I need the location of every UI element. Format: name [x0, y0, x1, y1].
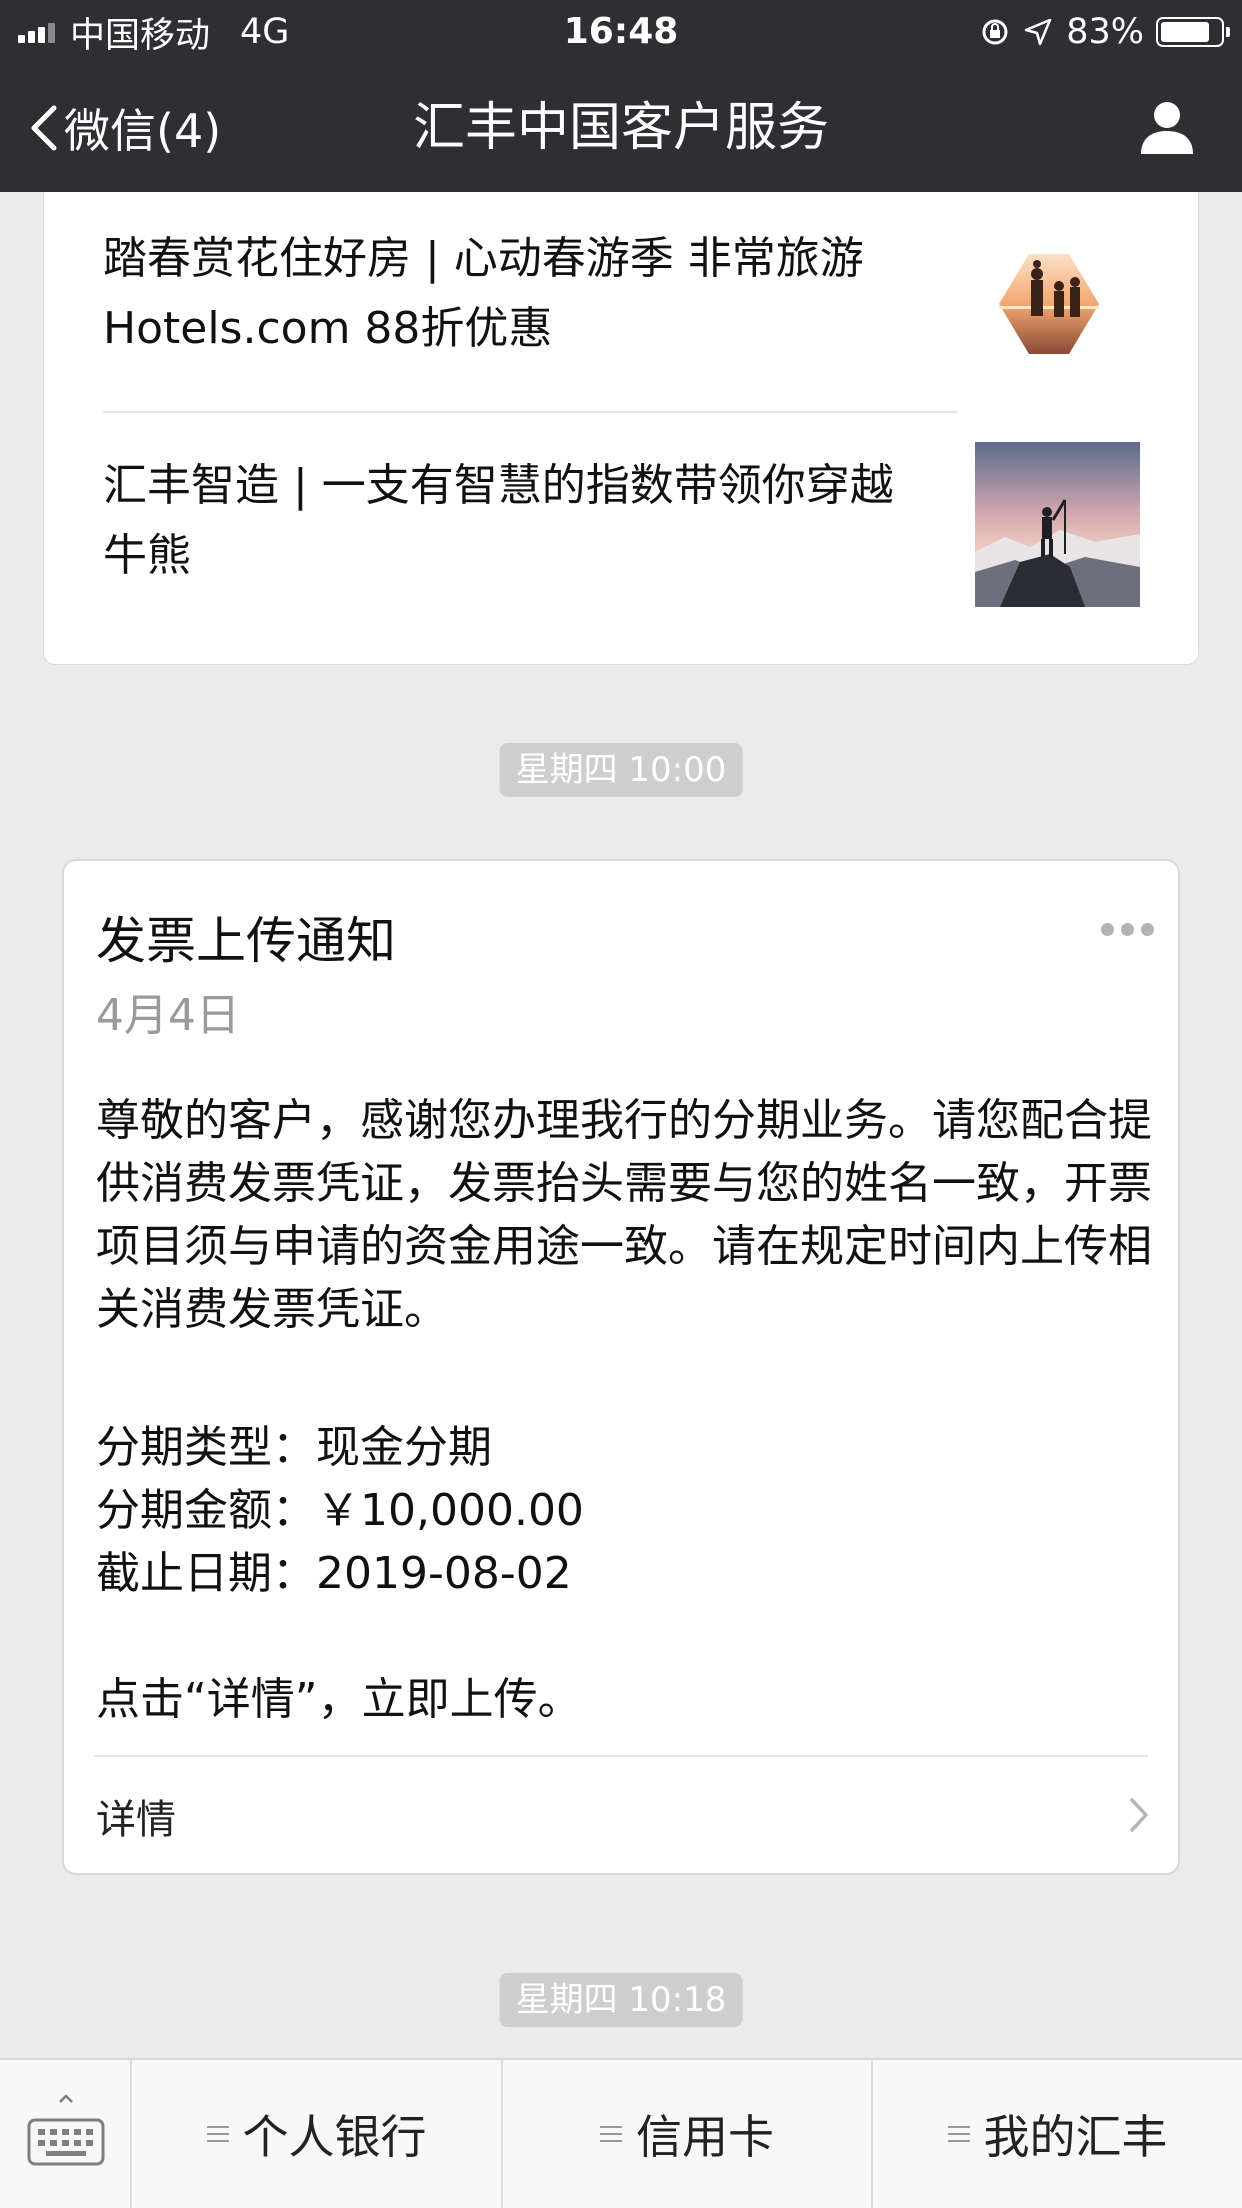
- bottom-menu-bar: 个人银行 信用卡 我的汇丰: [0, 2058, 1242, 2208]
- field-label: 截止日期：: [96, 1548, 316, 1599]
- timestamp: 星期四 10:00: [499, 743, 743, 797]
- status-bar: 中国移动 4G 16:48 83%: [0, 0, 1242, 64]
- notification-card[interactable]: 发票上传通知 4月4日 尊敬的客户，感谢您办理我行的分期业务。请您配合提供消费发…: [62, 859, 1180, 1875]
- article-title: 汇丰智造 | 一支有智慧的指数带领你穿越牛熊: [103, 460, 894, 581]
- nav-bar: 微信(4) 汇丰中国客户服务: [0, 64, 1242, 192]
- menu-label: 个人银行: [242, 2110, 427, 2164]
- field-value: 现金分期: [316, 1422, 492, 1473]
- menu-list-icon: [206, 2121, 229, 2147]
- field-value: 2019-08-02: [316, 1548, 572, 1599]
- article-thumbnail[interactable]: [979, 234, 1119, 374]
- article-thumbnail[interactable]: [975, 442, 1140, 607]
- notification-title: 发票上传通知: [96, 912, 396, 970]
- article-list-card: 踏春赏花住好房 | 心动春游季 非常旅游 Hotels.com 88折优惠 汇丰…: [43, 192, 1199, 665]
- notification-date: 4月4日: [96, 990, 240, 1041]
- field-installment-type: 分期类型：现金分期: [96, 1411, 492, 1475]
- location-icon: [1024, 18, 1052, 46]
- more-icon[interactable]: [1094, 923, 1154, 936]
- details-label: 详情: [96, 1797, 176, 1843]
- field-label: 分期金额：: [96, 1485, 316, 1536]
- divider: [103, 411, 957, 413]
- field-deadline: 截止日期：2019-08-02: [96, 1537, 572, 1601]
- menu-label: 我的汇丰: [983, 2110, 1168, 2164]
- notification-cta: 点击“详情”，立即上传。: [96, 1674, 582, 1725]
- battery-percent: 83%: [1066, 12, 1144, 52]
- menu-label: 信用卡: [636, 2110, 774, 2164]
- menu-personal-banking[interactable]: 个人银行: [132, 2060, 503, 2208]
- person-icon: [1141, 102, 1193, 154]
- battery-icon: [1156, 17, 1230, 47]
- timestamp: 星期四 10:18: [499, 1973, 743, 2027]
- field-value: ￥10,000.00: [316, 1485, 584, 1536]
- rotation-lock-icon: [982, 19, 1008, 45]
- field-label: 分期类型：: [96, 1422, 316, 1473]
- profile-button[interactable]: [1138, 98, 1196, 160]
- keyboard-icon: [27, 2094, 105, 2166]
- menu-credit-card[interactable]: 信用卡: [503, 2060, 873, 2208]
- menu-my-hsbc[interactable]: 我的汇丰: [873, 2060, 1242, 2208]
- hiker-mountain-photo: [975, 442, 1140, 607]
- keyboard-toggle-button[interactable]: [0, 2060, 132, 2208]
- family-sunset-photo: [979, 234, 1119, 374]
- notification-body: 尊敬的客户，感谢您办理我行的分期业务。请您配合提供消费发票凭证，发票抬头需要与您…: [96, 1095, 1152, 1335]
- field-installment-amount: 分期金额：￥10,000.00: [96, 1474, 584, 1538]
- chevron-right-icon: [1130, 1798, 1148, 1832]
- menu-list-icon: [947, 2121, 970, 2147]
- details-link[interactable]: 详情: [64, 1757, 1178, 1875]
- menu-list-icon: [600, 2121, 622, 2147]
- article-title: 踏春赏花住好房 | 心动春游季 非常旅游 Hotels.com 88折优惠: [103, 233, 864, 354]
- page-title: 汇丰中国客户服务: [412, 98, 829, 158]
